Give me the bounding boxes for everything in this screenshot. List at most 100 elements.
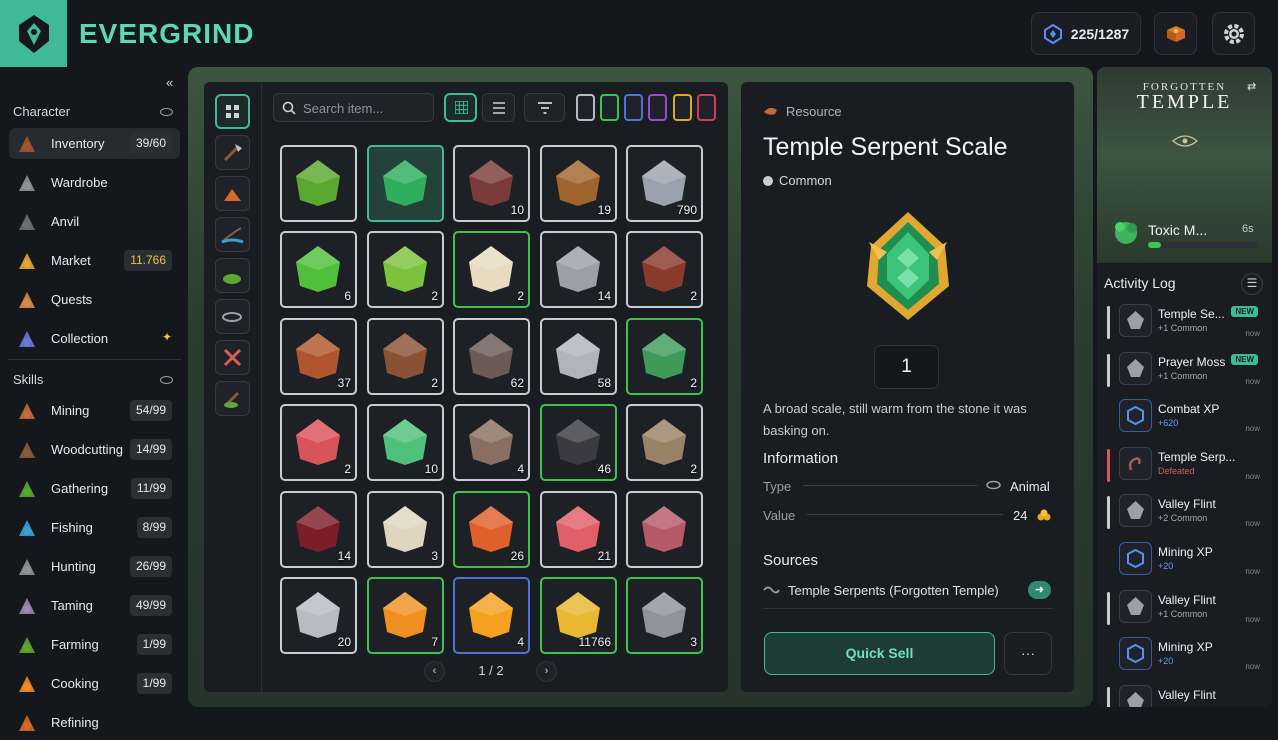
category-farming-button[interactable]	[215, 381, 250, 416]
item-slot[interactable]: 11766	[540, 577, 617, 654]
sidebar-item-wardrobe[interactable]: Wardrobe	[9, 167, 180, 198]
item-slot[interactable]: 37	[280, 318, 357, 395]
enemy-progress-track	[1148, 242, 1258, 248]
rarity-filter-mythic[interactable]	[697, 94, 716, 121]
skill-item-taming[interactable]: Taming 49/99	[9, 590, 180, 621]
sidebar: « Character Inventory 39/60 Wardrobe Anvil M…	[0, 67, 188, 731]
activity-entry[interactable]: Prayer Moss +1 Common now NEW	[1107, 348, 1260, 390]
sidebar-item-inventory[interactable]: Inventory 39/60	[9, 128, 180, 159]
serpent-icon	[763, 586, 780, 594]
skills-visibility-eye-icon[interactable]	[160, 376, 173, 384]
item-slot[interactable]: 21	[540, 491, 617, 568]
category-gathering-button[interactable]	[215, 258, 250, 293]
item-slot[interactable]: 2	[367, 231, 444, 308]
pagination: ‹ 1 / 2 ›	[424, 660, 558, 682]
rarity-filter-legendary[interactable]	[673, 94, 692, 121]
item-slot[interactable]: 3	[367, 491, 444, 568]
item-slot[interactable]: 4	[453, 577, 530, 654]
gem-counter-button[interactable]: 225/1287	[1031, 12, 1141, 55]
anvil-icon	[15, 210, 39, 234]
item-slot[interactable]: 2	[626, 318, 703, 395]
source-1[interactable]: Temple Serpents (Forgotten Temple)	[788, 583, 999, 598]
item-slot[interactable]: 58	[540, 318, 617, 395]
item-quantity: 4	[517, 462, 524, 476]
item-slot[interactable]: 14	[280, 491, 357, 568]
item-slot[interactable]: 4	[453, 404, 530, 481]
item-slot[interactable]: 6	[280, 231, 357, 308]
activity-entry[interactable]: Temple Se... +1 Common now NEW	[1107, 300, 1260, 342]
item-slot[interactable]	[626, 491, 703, 568]
search-placeholder: Search item...	[303, 101, 384, 116]
activity-menu-icon[interactable]: ☰	[1241, 273, 1263, 295]
skill-item-fishing[interactable]: Fishing 8/99	[9, 512, 180, 543]
rarity-filter-epic[interactable]	[648, 94, 667, 121]
quest-book-button[interactable]	[1154, 12, 1197, 55]
go-to-source-arrow-icon[interactable]: ➜	[1028, 581, 1051, 599]
sidebar-item-anvil[interactable]: Anvil	[9, 206, 180, 237]
activity-entry[interactable]: Valley Flint +1 Common now	[1107, 586, 1260, 628]
category-hunting-button[interactable]	[215, 299, 250, 334]
settings-button[interactable]	[1212, 12, 1255, 55]
quantity-field[interactable]: 1	[874, 345, 939, 389]
item-slot[interactable]: 26	[453, 491, 530, 568]
item-quantity: 11766	[578, 635, 611, 649]
character-visibility-eye-icon[interactable]	[160, 108, 173, 116]
activity-entry[interactable]: Mining XP +20 now	[1107, 538, 1260, 580]
item-slot[interactable]: 20	[280, 577, 357, 654]
item-slot[interactable]: 7	[367, 577, 444, 654]
skill-item-hunting[interactable]: Hunting 26/99	[9, 551, 180, 582]
crossed-swords-icon	[223, 348, 242, 367]
item-slot[interactable]	[280, 145, 357, 222]
sidebar-item-collection[interactable]: Collection ✦	[9, 323, 180, 354]
sidebar-item-quests[interactable]: Quests	[9, 284, 180, 315]
item-slot[interactable]: 10	[367, 404, 444, 481]
filter-button[interactable]	[524, 93, 565, 122]
item-slot[interactable]: 2	[626, 231, 703, 308]
category-mining-button[interactable]	[215, 176, 250, 211]
grid-view-button[interactable]	[444, 93, 477, 122]
activity-entry[interactable]: Valley Flint +2 Common now	[1107, 490, 1260, 532]
sidebar-item-market[interactable]: Market 11.766	[9, 245, 180, 276]
skill-item-farming[interactable]: Farming 1/99	[9, 629, 180, 660]
skill-item-woodcutting[interactable]: Woodcutting 14/99	[9, 434, 180, 465]
category-combat-button[interactable]	[215, 340, 250, 375]
item-slot[interactable]: 10	[453, 145, 530, 222]
skill-item-refining[interactable]: Refining	[9, 707, 180, 738]
list-view-button[interactable]	[482, 93, 515, 122]
item-slot[interactable]: 14	[540, 231, 617, 308]
item-slot[interactable]: 2	[626, 404, 703, 481]
evergrind-logo-icon[interactable]	[0, 0, 67, 67]
category-all-button[interactable]	[215, 94, 250, 129]
entry-marker	[1107, 686, 1110, 707]
item-slot[interactable]: 19	[540, 145, 617, 222]
activity-entry[interactable]: Temple Serp... Defeated now	[1107, 443, 1260, 485]
quick-sell-button[interactable]: Quick Sell	[764, 632, 995, 675]
item-slot[interactable]: 2	[280, 404, 357, 481]
item-slot[interactable]: 3	[626, 577, 703, 654]
search-input[interactable]: Search item...	[273, 93, 434, 122]
more-options-button[interactable]: ···	[1004, 632, 1052, 675]
category-woodcutting-button[interactable]	[215, 135, 250, 170]
collapse-sidebar-icon[interactable]: «	[166, 75, 173, 90]
category-fishing-button[interactable]	[215, 217, 250, 252]
skill-item-gathering[interactable]: Gathering 11/99	[9, 473, 180, 504]
switch-location-icon[interactable]: ⇄	[1247, 80, 1256, 93]
next-page-button[interactable]: ›	[536, 661, 557, 682]
activity-entry[interactable]: Valley Flint	[1107, 681, 1260, 707]
skill-item-mining[interactable]: Mining 54/99	[9, 395, 180, 426]
item-slot[interactable]: 2	[367, 318, 444, 395]
item-slot[interactable]	[367, 145, 444, 222]
item-slot[interactable]: 46	[540, 404, 617, 481]
item-slot[interactable]: 790	[626, 145, 703, 222]
activity-entry[interactable]: Mining XP +20 now	[1107, 633, 1260, 675]
rarity-filter-rare[interactable]	[624, 94, 643, 121]
entry-marker	[1107, 306, 1110, 339]
prev-page-button[interactable]: ‹	[424, 661, 445, 682]
rarity-filter-uncommon[interactable]	[600, 94, 619, 121]
activity-entry[interactable]: Combat XP +620 now	[1107, 395, 1260, 437]
item-slot[interactable]: 2	[453, 231, 530, 308]
rarity-filter-common[interactable]	[576, 94, 595, 121]
item-slot[interactable]: 62	[453, 318, 530, 395]
skill-item-cooking[interactable]: Cooking 1/99	[9, 668, 180, 699]
skill-item-label: Mining	[51, 403, 90, 418]
